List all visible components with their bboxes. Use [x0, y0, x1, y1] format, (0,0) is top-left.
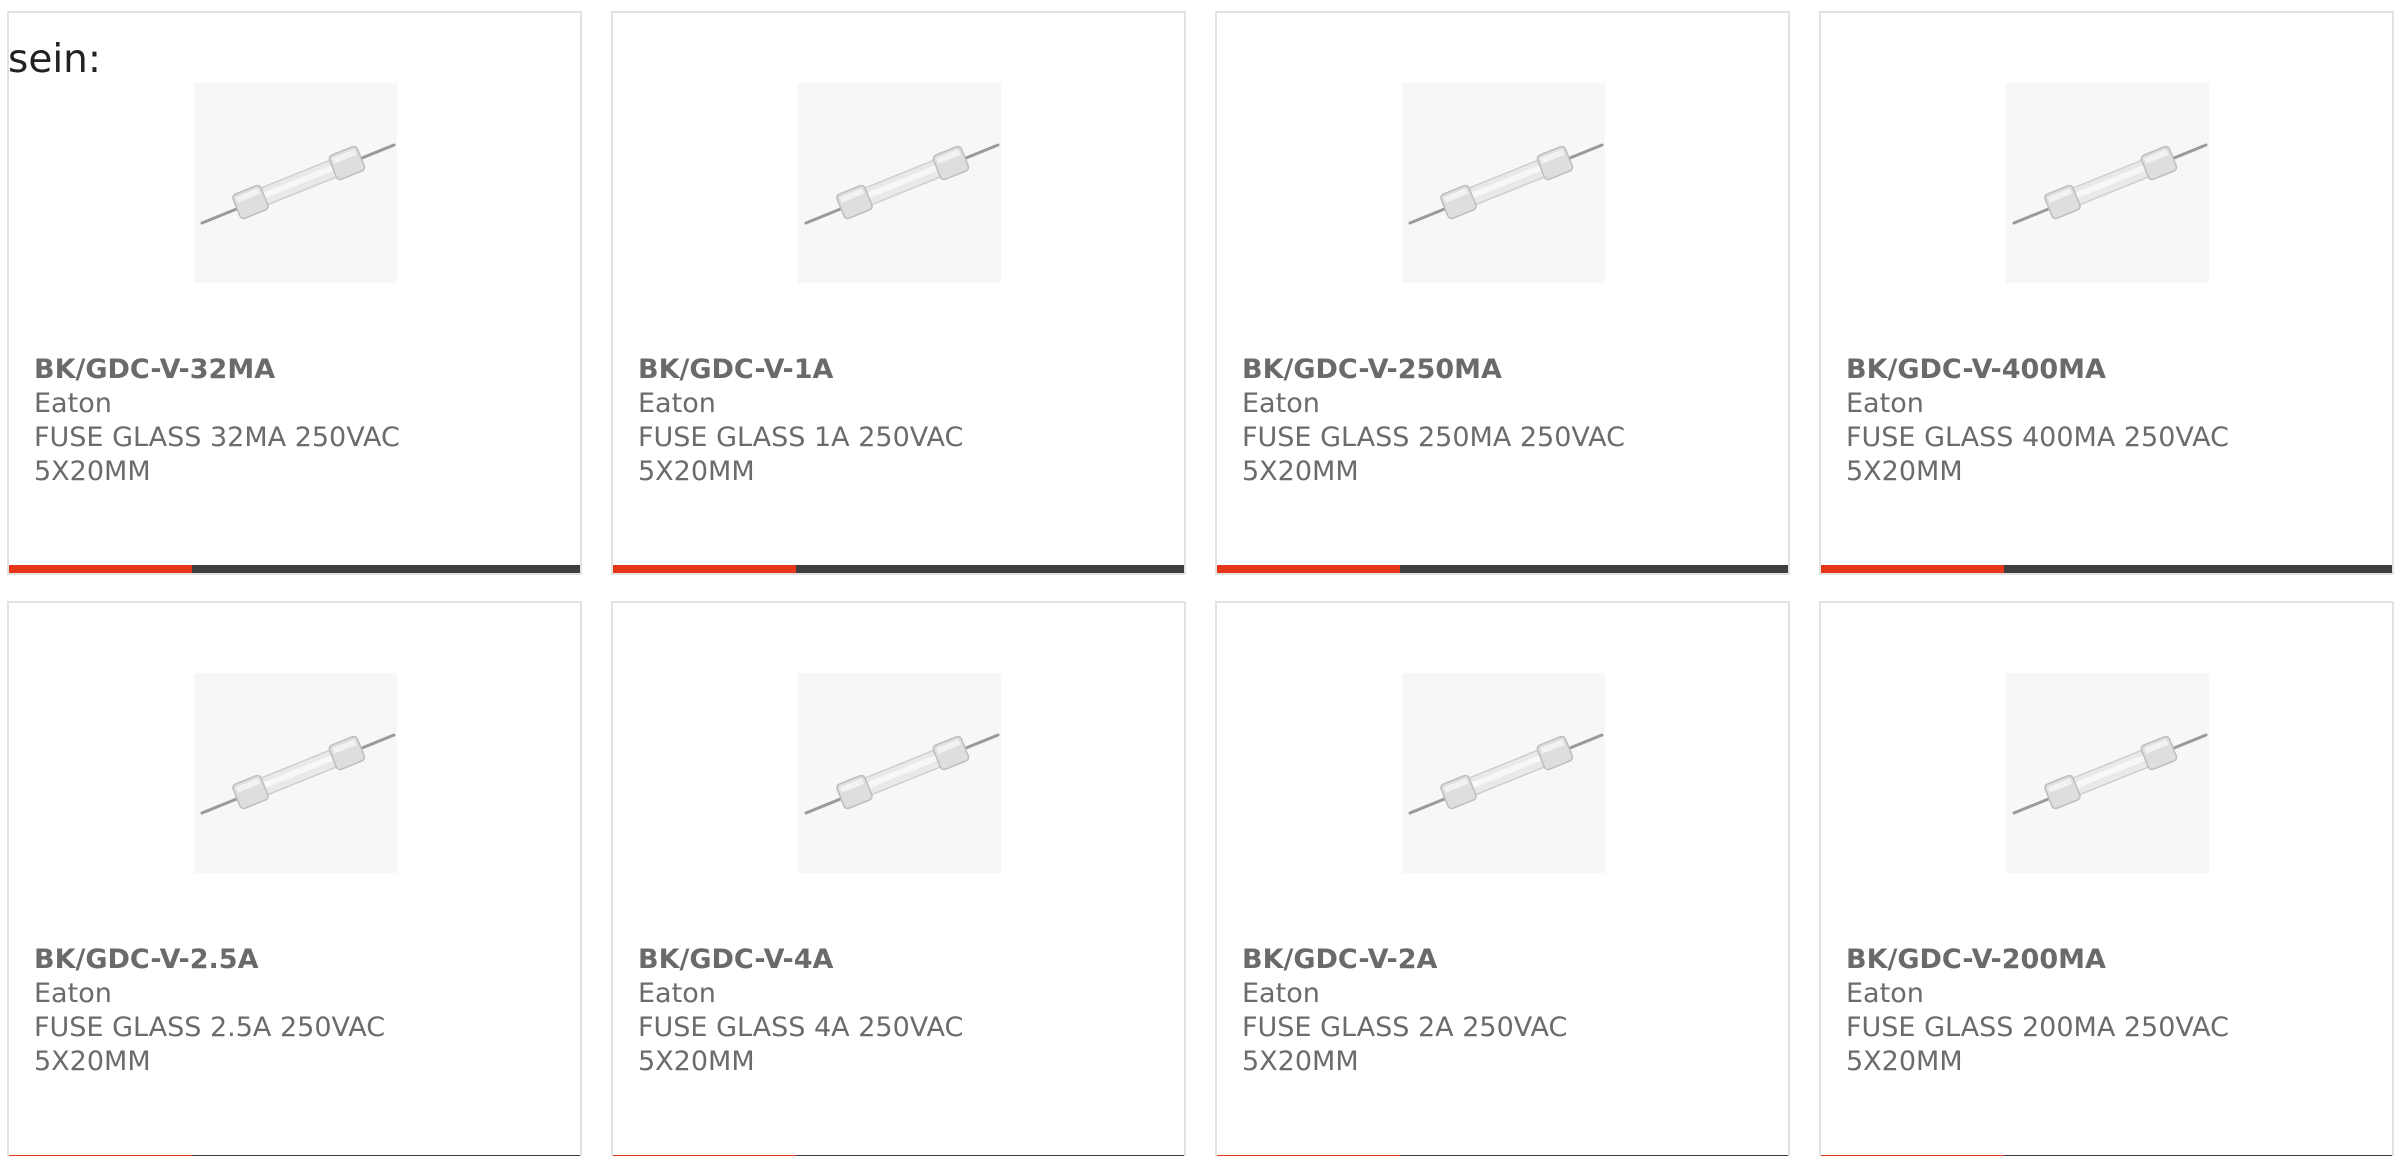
card-bottom-bar: [1217, 565, 1788, 573]
product-info: BK/GDC-V-200MA Eaton FUSE GLASS 200MA 25…: [1846, 943, 2286, 1079]
product-manufacturer: Eaton: [1242, 388, 1320, 419]
card-bottom-accent: [613, 565, 796, 573]
product-description: FUSE GLASS 2A 250VAC 5X20MM: [1242, 1012, 1568, 1077]
card-bottom-accent: [1821, 565, 2004, 573]
product-manufacturer: Eaton: [34, 978, 112, 1009]
card-bottom-accent: [1217, 565, 1400, 573]
product-part-number[interactable]: BK/GDC-V-4A: [638, 943, 1078, 977]
product-manufacturer: Eaton: [1846, 978, 1924, 1009]
product-card[interactable]: BK/GDC-V-4A Eaton FUSE GLASS 4A 250VAC 5…: [611, 601, 1186, 1156]
product-manufacturer: Eaton: [1242, 978, 1320, 1009]
glass-fuse-image[interactable]: [194, 673, 397, 873]
glass-fuse-image[interactable]: [194, 83, 397, 283]
product-card[interactable]: BK/GDC-V-32MA Eaton FUSE GLASS 32MA 250V…: [7, 11, 582, 575]
glass-fuse-image[interactable]: [798, 673, 1001, 873]
product-card[interactable]: BK/GDC-V-2A Eaton FUSE GLASS 2A 250VAC 5…: [1215, 601, 1790, 1156]
product-part-number[interactable]: BK/GDC-V-200MA: [1846, 943, 2286, 977]
product-part-number[interactable]: BK/GDC-V-1A: [638, 353, 1078, 387]
product-info: BK/GDC-V-2.5A Eaton FUSE GLASS 2.5A 250V…: [34, 943, 474, 1079]
product-description: FUSE GLASS 400MA 250VAC 5X20MM: [1846, 422, 2229, 487]
product-info: BK/GDC-V-2A Eaton FUSE GLASS 2A 250VAC 5…: [1242, 943, 1682, 1079]
glass-fuse-image[interactable]: [1402, 673, 1605, 873]
product-part-number[interactable]: BK/GDC-V-32MA: [34, 353, 474, 387]
card-bottom-bar: [1821, 565, 2392, 573]
product-manufacturer: Eaton: [34, 388, 112, 419]
product-description: FUSE GLASS 4A 250VAC 5X20MM: [638, 1012, 964, 1077]
product-part-number[interactable]: BK/GDC-V-400MA: [1846, 353, 2286, 387]
glass-fuse-image[interactable]: [2006, 83, 2209, 283]
glass-fuse-image[interactable]: [798, 83, 1001, 283]
product-description: FUSE GLASS 2.5A 250VAC 5X20MM: [34, 1012, 386, 1077]
product-card[interactable]: BK/GDC-V-400MA Eaton FUSE GLASS 400MA 25…: [1819, 11, 2394, 575]
product-grid-page: sein: BK/GDC-V-32MA Eaton FUSE GLASS 32M…: [0, 0, 2400, 1156]
product-info: BK/GDC-V-4A Eaton FUSE GLASS 4A 250VAC 5…: [638, 943, 1078, 1079]
product-description: FUSE GLASS 32MA 250VAC 5X20MM: [34, 422, 400, 487]
glass-fuse-image[interactable]: [1402, 83, 1605, 283]
product-manufacturer: Eaton: [638, 978, 716, 1009]
product-manufacturer: Eaton: [1846, 388, 1924, 419]
product-grid: BK/GDC-V-32MA Eaton FUSE GLASS 32MA 250V…: [7, 11, 2400, 1156]
product-info: BK/GDC-V-250MA Eaton FUSE GLASS 250MA 25…: [1242, 353, 1682, 489]
product-part-number[interactable]: BK/GDC-V-2.5A: [34, 943, 474, 977]
product-card[interactable]: BK/GDC-V-200MA Eaton FUSE GLASS 200MA 25…: [1819, 601, 2394, 1156]
lead-text: sein:: [8, 37, 102, 82]
product-card[interactable]: BK/GDC-V-1A Eaton FUSE GLASS 1A 250VAC 5…: [611, 11, 1186, 575]
product-info: BK/GDC-V-32MA Eaton FUSE GLASS 32MA 250V…: [34, 353, 474, 489]
card-bottom-bar: [613, 565, 1184, 573]
product-part-number[interactable]: BK/GDC-V-250MA: [1242, 353, 1682, 387]
card-bottom-bar: [9, 565, 580, 573]
product-manufacturer: Eaton: [638, 388, 716, 419]
product-description: FUSE GLASS 1A 250VAC 5X20MM: [638, 422, 964, 487]
product-description: FUSE GLASS 200MA 250VAC 5X20MM: [1846, 1012, 2229, 1077]
product-info: BK/GDC-V-400MA Eaton FUSE GLASS 400MA 25…: [1846, 353, 2286, 489]
product-card[interactable]: BK/GDC-V-250MA Eaton FUSE GLASS 250MA 25…: [1215, 11, 1790, 575]
product-description: FUSE GLASS 250MA 250VAC 5X20MM: [1242, 422, 1625, 487]
glass-fuse-image[interactable]: [2006, 673, 2209, 873]
product-card[interactable]: BK/GDC-V-2.5A Eaton FUSE GLASS 2.5A 250V…: [7, 601, 582, 1156]
card-bottom-accent: [9, 565, 192, 573]
product-part-number[interactable]: BK/GDC-V-2A: [1242, 943, 1682, 977]
product-info: BK/GDC-V-1A Eaton FUSE GLASS 1A 250VAC 5…: [638, 353, 1078, 489]
